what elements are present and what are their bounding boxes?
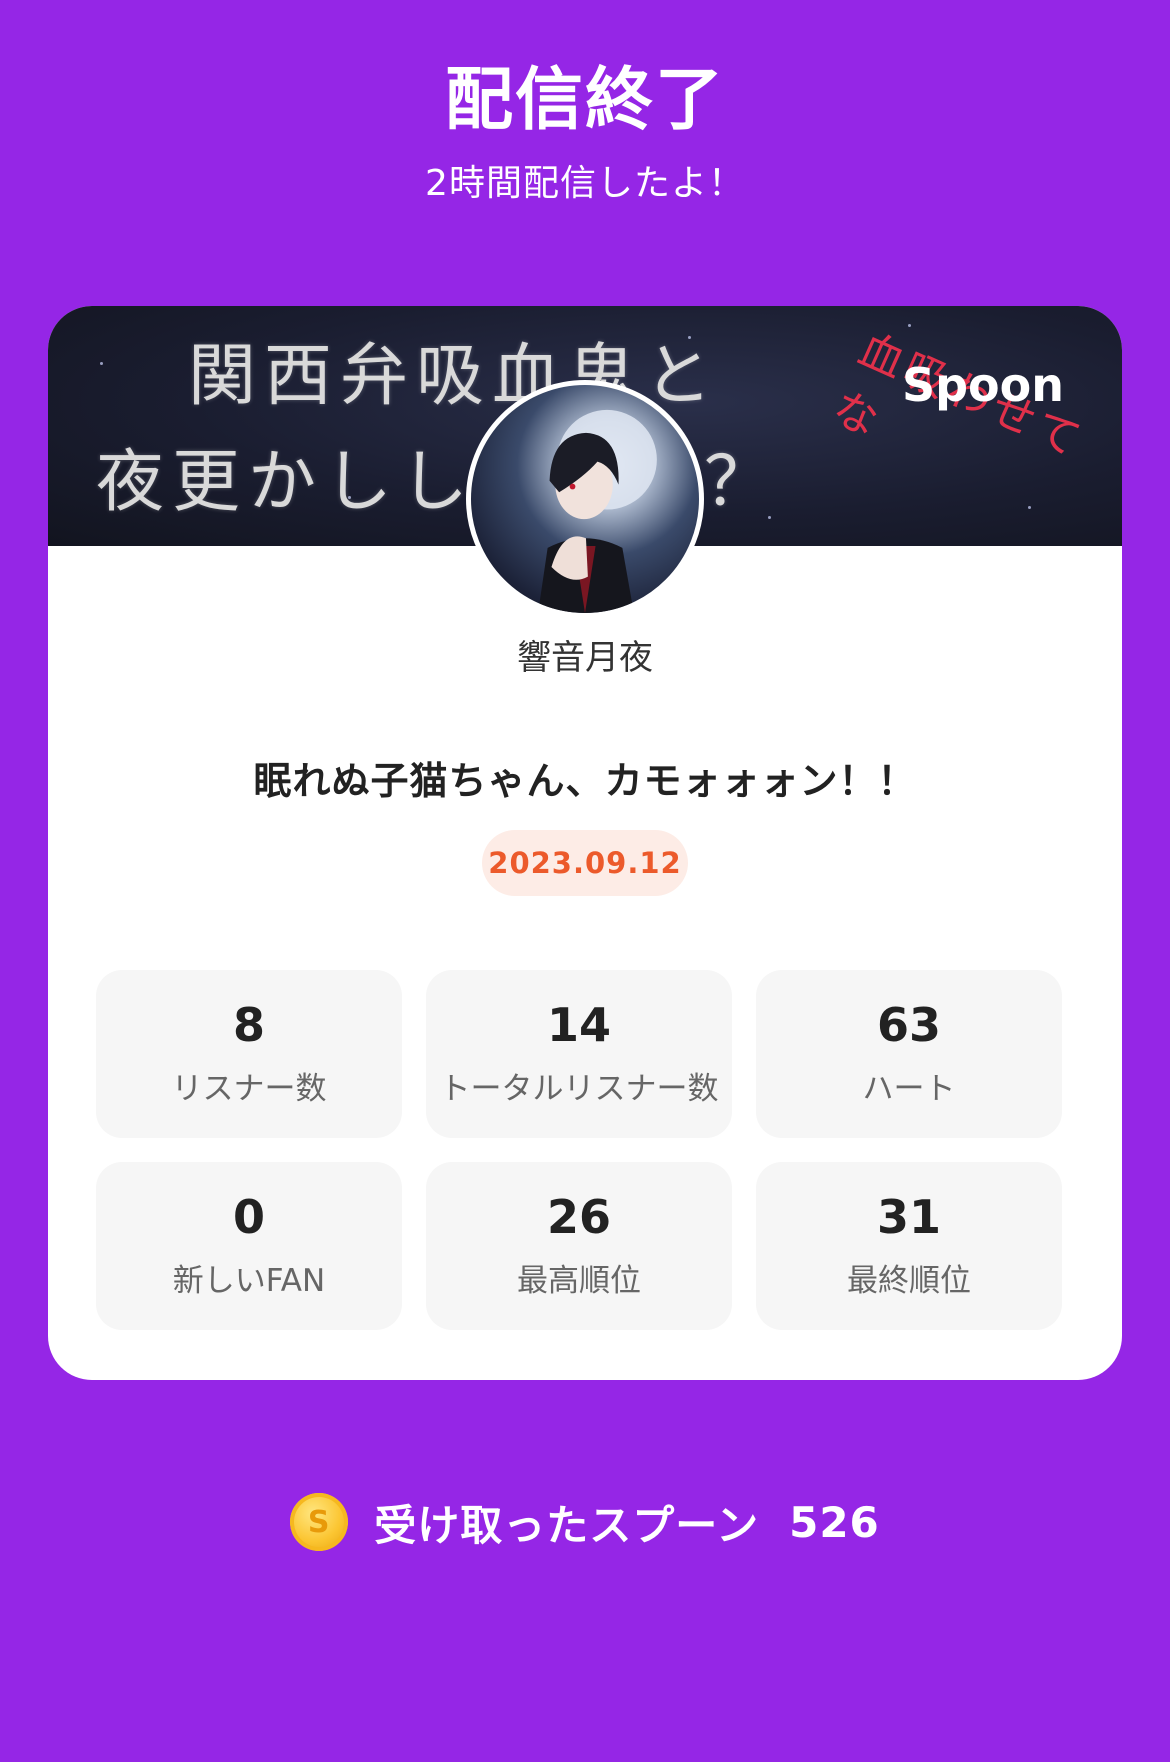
stat-value: 14 — [546, 998, 611, 1053]
received-spoons-count: 526 — [789, 1497, 880, 1547]
stat-new-fans: 0 新しいFAN — [96, 1162, 402, 1330]
spoon-coin-icon: S — [290, 1493, 349, 1551]
live-date-badge: 2023.09.12 — [482, 830, 688, 896]
stat-label: 最終順位 — [847, 1262, 971, 1299]
stat-label: リスナー数 — [171, 1070, 327, 1107]
received-spoons: S 受け取ったスプーン 526 — [0, 1490, 1170, 1554]
stat-label: ハート — [862, 1070, 956, 1107]
spoon-logo: Spoon — [901, 358, 1064, 412]
broadcast-duration: 2時間配信したよ！ — [425, 163, 745, 204]
stat-highest-rank: 26 最高順位 — [426, 1162, 732, 1330]
avatar-illustration — [538, 409, 657, 613]
received-spoons-label: 受け取ったスプーン — [374, 1500, 760, 1550]
stats-grid: 8 リスナー数 14 トータルリスナー数 63 ハート 0 新しいFAN 26 … — [96, 970, 1062, 1330]
live-title: 眠れぬ子猫ちゃん、カモォォォン！！ — [253, 759, 917, 803]
dj-name[interactable]: 響音月夜 — [48, 630, 1122, 679]
stat-total-listeners: 14 トータルリスナー数 — [426, 970, 732, 1138]
live-summary-card: 関西弁吸血鬼と 夜更かしし か？ 血吸わせてな Spoon 響音月夜 眠れぬ子猫… — [48, 306, 1122, 1380]
banner-red-text: 血吸わせてな — [825, 323, 1092, 469]
stat-label: トータルリスナー数 — [439, 1070, 719, 1107]
stat-value: 8 — [232, 998, 265, 1053]
stat-value: 0 — [232, 1190, 265, 1245]
live-end-screen: 配信終了 2時間配信したよ！ 関西弁吸血鬼と 夜更かしし か？ 血吸わせてな S… — [0, 0, 1170, 1762]
stat-listeners: 8 リスナー数 — [96, 970, 402, 1138]
page-title: 配信終了 — [444, 61, 725, 140]
stat-value: 31 — [876, 1190, 941, 1245]
stat-label: 最高順位 — [517, 1262, 641, 1299]
avatar[interactable] — [466, 380, 704, 618]
stat-label: 新しいFAN — [172, 1262, 326, 1299]
stat-final-rank: 31 最終順位 — [756, 1162, 1062, 1330]
stat-hearts: 63 ハート — [756, 970, 1062, 1138]
stat-value: 63 — [876, 998, 941, 1053]
stat-value: 26 — [546, 1190, 611, 1245]
